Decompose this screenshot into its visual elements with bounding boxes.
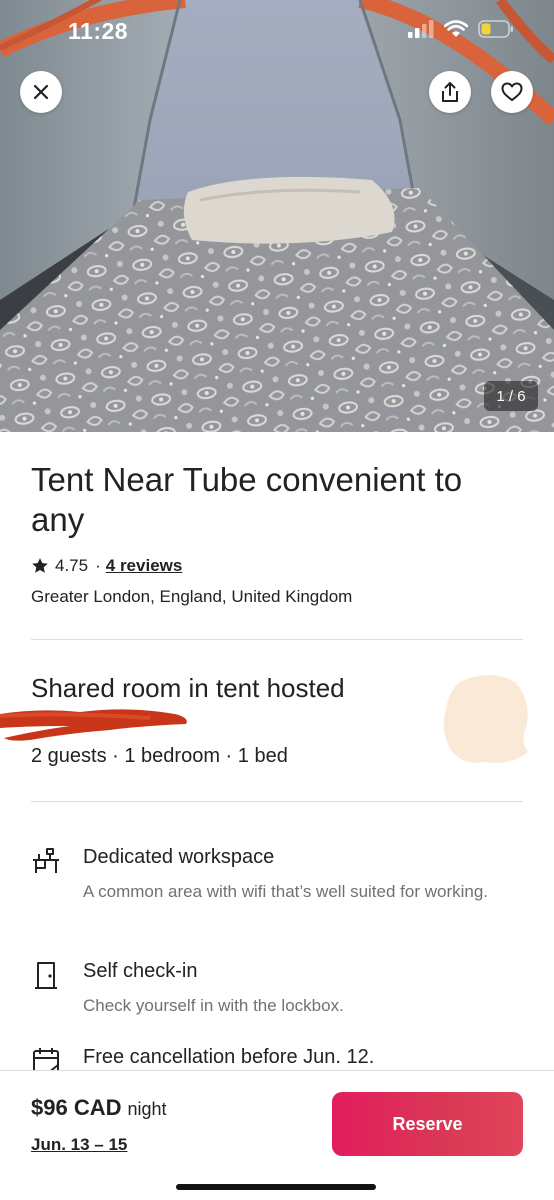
photo-counter: 1 / 6 [484,381,538,411]
tent-bed-photo [0,0,554,432]
heart-icon [501,82,523,101]
rating-row: 4.75 · 4 reviews [31,556,182,576]
amenity-dedicated-workspace: Dedicated workspace A common area with w… [31,846,523,930]
signal-icon [408,20,434,38]
status-time: 11:28 [68,18,129,44]
home-indicator[interactable] [176,1184,376,1190]
amenity-self-check-in: Self check-in Check yourself in with the… [31,960,523,1020]
amenity-title: Self check-in [83,960,198,982]
save-favorite-button[interactable] [491,71,533,113]
status-icons [408,20,514,38]
price-line: $96 CAD night [31,1095,167,1121]
host-avatar-blurred [443,675,528,763]
desk-icon [33,848,59,873]
listing-photo[interactable]: 11:28 1 / 6 [0,0,554,432]
rating-value: 4.75 [55,556,89,575]
divider [31,801,523,802]
amenity-title: Free cancellation before Jun. 12. [83,1046,375,1068]
door-icon [35,962,57,989]
price-unit: night [127,1099,167,1119]
redaction-scribble [0,709,187,741]
reviews-link[interactable]: 4 reviews [106,556,183,576]
amenity-title: Dedicated workspace [83,846,275,868]
capacity-summary: 2 guests · 1 bedroom · 1 bed [31,745,288,767]
share-icon [442,82,458,102]
listing-title: Tent Near Tube convenient to any [31,461,463,538]
amenity-description: A common area with wifi that’s well suit… [83,882,489,901]
share-button[interactable] [429,71,471,113]
close-icon [33,84,49,100]
wifi-icon [444,20,468,37]
battery-icon [478,20,513,38]
nightly-price: $96 CAD [31,1095,122,1120]
battery-level [481,23,491,35]
close-button[interactable] [20,71,62,113]
status-bar: 11:28 [0,0,554,64]
reserve-button[interactable]: Reserve [332,1092,523,1156]
reservation-bar: $96 CAD night Jun. 13 – 15 Reserve [0,1070,554,1200]
listing-location: Greater London, England, United Kingdom [31,587,353,606]
amenity-description: Check yourself in with the lockbox. [83,996,344,1015]
divider [31,639,523,640]
rating-separator: · [95,556,101,575]
selected-dates-link[interactable]: Jun. 13 – 15 [31,1135,127,1155]
star-icon [32,558,48,573]
